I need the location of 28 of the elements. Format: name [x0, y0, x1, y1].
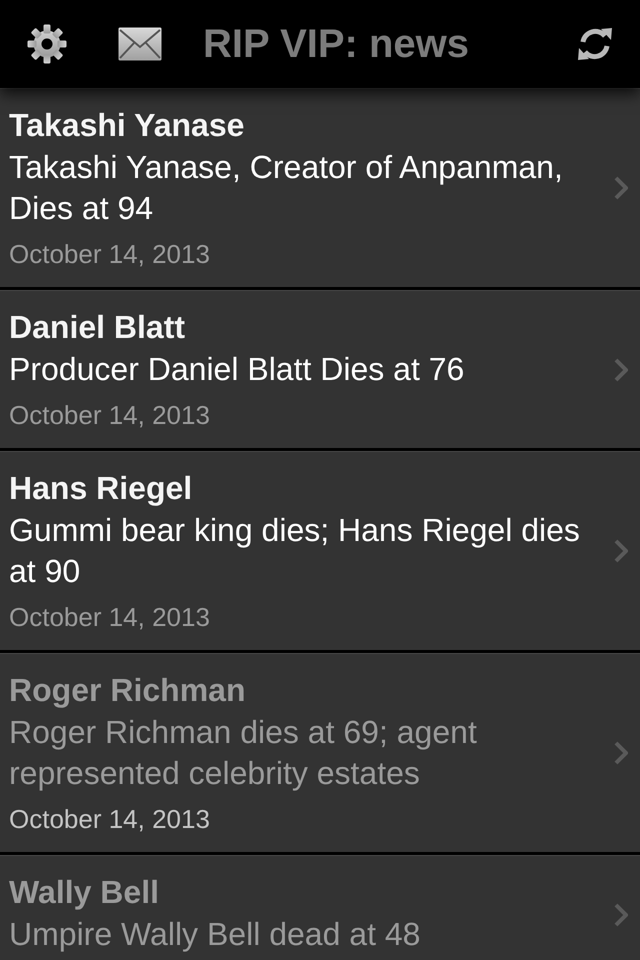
chevron-icon: [614, 539, 628, 563]
mail-button[interactable]: [118, 27, 162, 61]
person-name: Roger Richman: [9, 672, 246, 708]
person-name: Hans Riegel: [9, 470, 194, 506]
person-name: Daniel Blatt: [9, 309, 186, 345]
person-name: Wally Bell: [9, 874, 160, 910]
settings-icon: [27, 24, 67, 64]
person-name: Takashi Yanase: [9, 107, 246, 143]
app-title: RIP VIP: news: [203, 21, 470, 67]
news-date: October 14, 2013: [9, 602, 211, 632]
news-date: October 14, 2013: [9, 400, 211, 430]
news-item[interactable]: Takashi Yanase Takashi Yanase, Creator of Anpanman, Dies at 94 October 14, 2013: [0, 88, 640, 290]
settings-button[interactable]: [27, 24, 67, 64]
news-item[interactable]: Daniel Blatt Producer Daniel Blatt Dies at 76 October 14, 2013: [0, 290, 640, 451]
news-date: October 14, 2013: [9, 804, 211, 834]
news-item[interactable]: Roger Richman Roger Richman dies at 69; agent represented celebrity estates October 14, 2013: [0, 653, 640, 855]
chevron-icon: [614, 741, 628, 765]
news-headline: Takashi Yanase, Creator of Anpanman, Dies at 94: [9, 148, 564, 228]
chevron-icon: [614, 902, 628, 926]
chevron-icon: [614, 358, 628, 382]
chevron-icon: [614, 176, 628, 200]
mail-icon: [118, 27, 162, 61]
news-date: October 14, 2013: [9, 239, 211, 269]
news-item[interactable]: Hans Riegel Gummi bear king dies; Hans Riegel dies at 90 October 14, 2013: [0, 451, 640, 653]
news-headline: Producer Daniel Blatt Dies at 76: [9, 350, 466, 389]
news-headline: Gummi bear king dies; Hans Riegel dies at 90: [9, 511, 581, 591]
news-headline: Umpire Wally Bell dead at 48: [9, 915, 422, 954]
news-headline: Roger Richman dies at 69; agent represented celebrity estates: [9, 713, 478, 793]
